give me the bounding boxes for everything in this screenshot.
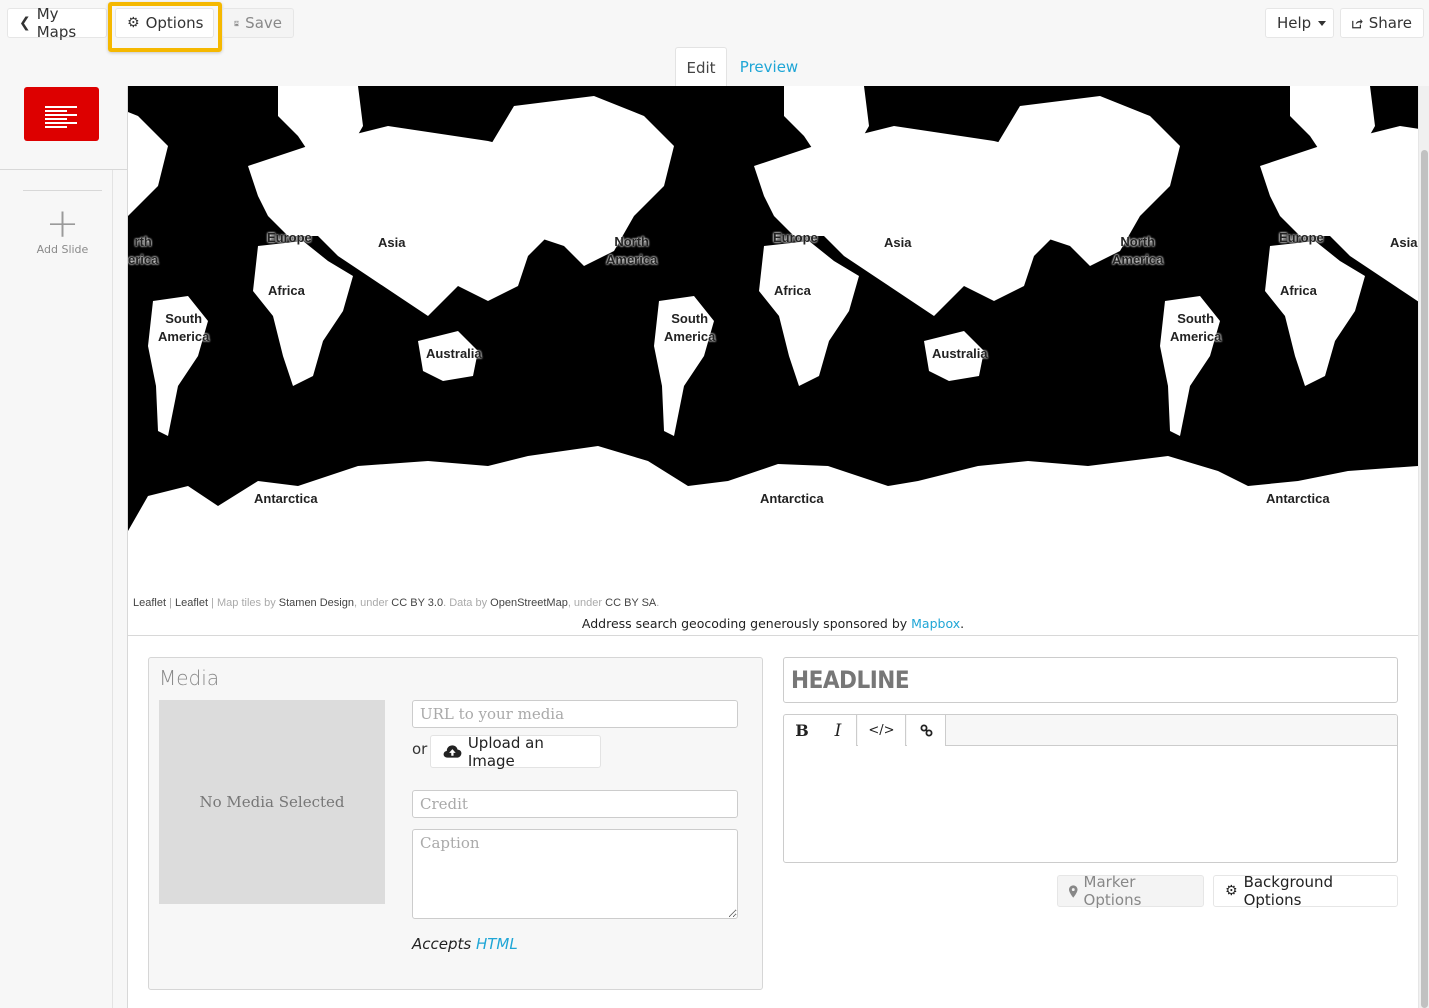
- map-label-europe: Europe: [773, 230, 818, 245]
- map-label-africa: Africa: [268, 283, 305, 298]
- mapbox-link[interactable]: Mapbox: [911, 616, 960, 631]
- help-dropdown-button[interactable]: Help: [1265, 8, 1334, 38]
- map-label-europe: Europe: [267, 230, 312, 245]
- map-label-australia: Australia: [426, 346, 482, 361]
- link-button[interactable]: [907, 715, 945, 746]
- cc-by-sa-link[interactable]: CC BY SA: [605, 597, 656, 609]
- leaflet-link[interactable]: Leaflet: [175, 597, 208, 609]
- map-label-north-america: North America: [1112, 234, 1164, 267]
- upload-image-label: Upload an Image: [467, 733, 544, 770]
- save-label: Save: [245, 14, 282, 32]
- media-title: Media: [159, 666, 220, 690]
- map-label-africa: Africa: [1280, 283, 1317, 298]
- marker-options-button[interactable]: Marker Options: [1057, 873, 1204, 909]
- map-label-antarctica: Antarctica: [760, 491, 824, 506]
- italic-button[interactable]: I: [820, 715, 856, 746]
- code-group: </>: [858, 715, 906, 746]
- options-label: Options: [145, 14, 204, 32]
- html-code-button[interactable]: </>: [858, 715, 905, 746]
- map-label-africa: Africa: [774, 283, 811, 298]
- map-label-asia: Asia: [378, 235, 406, 250]
- save-button[interactable]: Save: [222, 8, 294, 38]
- bold-button[interactable]: B: [784, 715, 820, 746]
- osm-link[interactable]: OpenStreetMap: [490, 597, 568, 609]
- share-label: Share: [1368, 14, 1412, 32]
- map-marker-icon: [1069, 884, 1078, 898]
- caption-textarea[interactable]: [412, 829, 738, 919]
- map-label-europe: Europe: [1279, 230, 1324, 245]
- scrollbar-thumb[interactable]: [1421, 150, 1428, 1008]
- media-panel: Media No Media Selected or Upload an Ima…: [148, 657, 763, 990]
- media-url-input[interactable]: [412, 700, 738, 728]
- map-label-antarctica: Antarctica: [1266, 491, 1330, 506]
- map-label-south-america: South America: [158, 311, 210, 344]
- accepts-html-note: Accepts HTML: [412, 935, 518, 953]
- gear-icon: ⚙: [1225, 883, 1238, 899]
- credit-input[interactable]: [412, 790, 738, 818]
- title-slide-thumbnail[interactable]: [24, 87, 99, 141]
- caret-down-icon: [1318, 20, 1327, 26]
- share-icon: [1352, 18, 1363, 28]
- floppy-disk-icon: [234, 20, 240, 26]
- world-map-tiles: [128, 86, 1418, 596]
- html-link[interactable]: HTML: [476, 935, 518, 953]
- tab-preview[interactable]: Preview: [733, 47, 805, 87]
- map-attribution: Leaflet | Leaflet | Map tiles by Stamen …: [133, 597, 660, 609]
- cloud-upload-icon: [443, 745, 462, 758]
- cc-by-link[interactable]: CC BY 3.0: [391, 597, 443, 609]
- no-media-label: No Media Selected: [199, 793, 345, 811]
- plus-icon: +: [45, 201, 80, 247]
- tab-edit[interactable]: Edit: [675, 47, 727, 87]
- map-label-south-america: South America: [664, 311, 716, 344]
- background-options-button[interactable]: ⚙ Background Options: [1213, 873, 1398, 909]
- media-preview: No Media Selected: [159, 700, 385, 904]
- chevron-left-icon: ❮: [19, 15, 31, 31]
- help-label: Help: [1277, 14, 1312, 32]
- options-button[interactable]: ⚙ Options: [115, 8, 214, 38]
- stamen-link[interactable]: Stamen Design: [279, 597, 354, 609]
- my-maps-label: My Maps: [36, 5, 77, 41]
- upload-image-button[interactable]: Upload an Image: [430, 733, 601, 770]
- slide-list: [0, 170, 113, 1008]
- format-group: B I: [784, 715, 857, 746]
- share-button[interactable]: Share: [1340, 8, 1424, 38]
- leaflet-link[interactable]: Leaflet: [133, 597, 166, 609]
- my-maps-button[interactable]: ❮ My Maps: [7, 5, 107, 41]
- add-slide-button[interactable]: + Add Slide: [23, 201, 102, 265]
- editor-content-area[interactable]: [784, 746, 1397, 862]
- main-editor-area: rth erica Europe Asia Africa South America…: [127, 86, 1418, 1008]
- map-label-asia: Asia: [1390, 235, 1418, 250]
- map-label-antarctica: Antarctica: [254, 491, 318, 506]
- background-options-label: Background Options: [1243, 873, 1334, 909]
- link-group: [907, 715, 946, 746]
- rich-text-editor: B I </>: [783, 714, 1398, 863]
- link-icon: [920, 724, 932, 737]
- section-divider: [128, 635, 1418, 636]
- add-slide-label: Add Slide: [36, 243, 89, 256]
- map-label-asia: Asia: [884, 235, 912, 250]
- map-view[interactable]: rth erica Europe Asia Africa South America…: [128, 86, 1418, 596]
- gear-icon: ⚙: [127, 15, 140, 31]
- slide-list-separator: [23, 190, 102, 191]
- map-label-north-america-partial: rth erica: [128, 234, 159, 267]
- marker-options-label: Marker Options: [1083, 873, 1142, 909]
- map-label-north-america: North America: [606, 234, 658, 267]
- map-label-australia: Australia: [932, 346, 988, 361]
- editor-toolbar: B I </>: [784, 715, 1397, 746]
- geocoding-sponsor-note: Address search geocoding generously spon…: [581, 616, 965, 631]
- headline-input[interactable]: [783, 657, 1398, 703]
- map-label-south-america: South America: [1170, 311, 1222, 344]
- or-label: or: [412, 740, 428, 758]
